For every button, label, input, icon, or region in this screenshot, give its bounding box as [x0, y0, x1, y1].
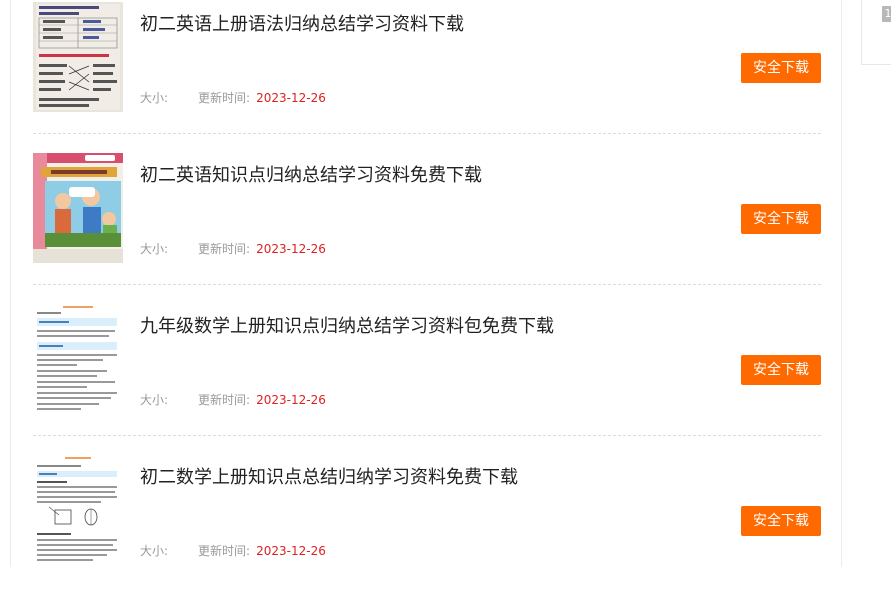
- resource-meta: 大小: 更新时间: 2023-12-26: [140, 89, 326, 106]
- divider: [33, 133, 821, 134]
- size-label: 大小:: [140, 91, 169, 105]
- size-label: 大小:: [140, 242, 169, 256]
- update-date: 2023-12-26: [256, 91, 326, 105]
- size-label: 大小:: [140, 544, 169, 558]
- divider: [33, 435, 821, 436]
- update-date: 2023-12-26: [256, 393, 326, 407]
- resource-item: 初二英语上册语法归纳总结学习资料下载 大小: 更新时间: 2023-12-26 安全…: [33, 2, 821, 153]
- update-time-label: 更新时间:: [198, 91, 251, 105]
- resource-item: 初二英语知识点归纳总结学习资料免费下载 大小: 更新时间: 2023-12-26 安…: [33, 153, 821, 304]
- resource-title[interactable]: 初二英语上册语法归纳总结学习资料下载: [140, 10, 464, 36]
- resource-list-panel: 初二英语上册语法归纳总结学习资料下载 大小: 更新时间: 2023-12-26 安全…: [10, 0, 842, 567]
- thumbnail-english-textbook[interactable]: [33, 153, 123, 263]
- resource-item: 九年级数学上册知识点归纳总结学习资料包免费下载 大小: 更新时间: 2023-12-…: [33, 304, 821, 455]
- resource-title[interactable]: 初二英语知识点归纳总结学习资料免费下载: [140, 161, 482, 187]
- thumbnail-english-worksheet[interactable]: [33, 2, 123, 112]
- update-date: 2023-12-26: [256, 242, 326, 256]
- sidebar-badge: 1: [882, 6, 891, 22]
- resource-meta: 大小: 更新时间: 2023-12-26: [140, 542, 326, 559]
- thumbnail-math-notes[interactable]: [33, 304, 123, 414]
- update-time-label: 更新时间:: [198, 544, 251, 558]
- thumbnail-math-summary[interactable]: [33, 455, 123, 565]
- divider: [33, 284, 821, 285]
- resource-title[interactable]: 九年级数学上册知识点归纳总结学习资料包免费下载: [140, 312, 554, 338]
- safe-download-button[interactable]: 安全下载: [741, 355, 821, 385]
- size-label: 大小:: [140, 393, 169, 407]
- update-time-label: 更新时间:: [198, 393, 251, 407]
- resource-item: 初二数学上册知识点总结归纳学习资料免费下载 大小: 更新时间: 2023-12-26…: [33, 455, 821, 606]
- resource-meta: 大小: 更新时间: 2023-12-26: [140, 391, 326, 408]
- safe-download-button[interactable]: 安全下载: [741, 204, 821, 234]
- safe-download-button[interactable]: 安全下载: [741, 506, 821, 536]
- resource-title[interactable]: 初二数学上册知识点总结归纳学习资料免费下载: [140, 463, 518, 489]
- safe-download-button[interactable]: 安全下载: [741, 53, 821, 83]
- update-time-label: 更新时间:: [198, 242, 251, 256]
- sidebar-panel: 1: [861, 0, 891, 65]
- resource-meta: 大小: 更新时间: 2023-12-26: [140, 240, 326, 257]
- update-date: 2023-12-26: [256, 544, 326, 558]
